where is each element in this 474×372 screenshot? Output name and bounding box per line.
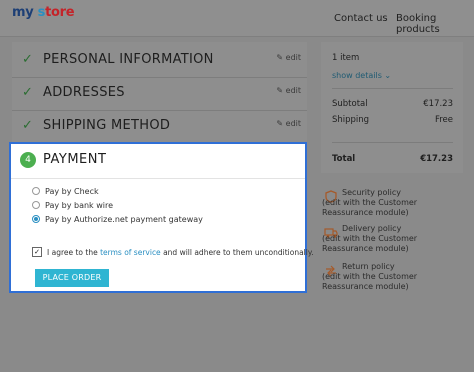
logo-part: s xyxy=(37,5,46,20)
option-label: Pay by bank wire xyxy=(45,201,114,210)
store-logo[interactable]: my store xyxy=(12,5,75,20)
payment-panel: 4 PAYMENT Pay by Check Pay by bank wire … xyxy=(9,142,314,293)
pencil-icon: ✎ xyxy=(276,53,284,62)
option-label: Pay by Authorize.net payment gateway xyxy=(45,215,203,224)
payment-header: 4 PAYMENT xyxy=(11,144,305,179)
checkout-steps: ✓ PERSONAL INFORMATION ✎ edit ✓ ADDRESSE… xyxy=(12,42,307,152)
reassurance-title: Security policy xyxy=(342,188,401,197)
edit-label: edit xyxy=(285,119,301,128)
chevron-down-icon: ⌄ xyxy=(384,71,392,80)
radio-button-selected[interactable] xyxy=(32,214,40,223)
logo-part: my xyxy=(12,5,34,20)
shipping-row: Shipping Free xyxy=(332,115,453,125)
terms-agreement: ✓ I agree to the terms of service and wil… xyxy=(32,247,314,258)
divider xyxy=(332,88,453,89)
cart-summary: 1 item show details ⌄ Subtotal €17.23 Shi… xyxy=(321,42,463,173)
site-header: my store Contact us Booking products xyxy=(0,0,474,37)
nav-booking-products[interactable]: Booking products xyxy=(396,13,474,35)
reassurance-title: Delivery policy xyxy=(342,224,402,233)
pencil-icon: ✎ xyxy=(276,119,284,128)
pencil-icon: ✎ xyxy=(276,86,284,95)
payment-option-authorize-net[interactable]: Pay by Authorize.net payment gateway xyxy=(32,214,203,224)
edit-label: edit xyxy=(285,53,301,62)
step-number-badge: 4 xyxy=(20,152,36,168)
subtotal-value: €17.23 xyxy=(423,99,453,109)
edit-link[interactable]: ✎ edit xyxy=(276,53,301,62)
place-order-button[interactable]: PLACE ORDER xyxy=(35,269,109,287)
step-title: SHIPPING METHOD xyxy=(43,118,171,133)
step-personal-information[interactable]: ✓ PERSONAL INFORMATION ✎ edit xyxy=(12,44,307,78)
reassurance-subtext: (edit with the Customer Reassurance modu… xyxy=(322,198,418,217)
agree-text: I agree to the xyxy=(47,248,101,257)
total-label: Total xyxy=(332,154,356,164)
terms-of-service-link[interactable]: terms of service xyxy=(100,248,161,257)
item-count: 1 item xyxy=(332,53,360,63)
reassurance-subtext: (edit with the Customer Reassurance modu… xyxy=(322,272,418,291)
terms-checkbox[interactable]: ✓ xyxy=(32,247,42,257)
step-addresses[interactable]: ✓ ADDRESSES ✎ edit xyxy=(12,77,307,111)
reassurance-subtext: (edit with the Customer Reassurance modu… xyxy=(322,234,418,253)
payment-option-check[interactable]: Pay by Check xyxy=(32,186,99,196)
edit-label: edit xyxy=(285,86,301,95)
shipping-value: Free xyxy=(434,115,453,125)
divider xyxy=(332,142,453,143)
show-details-link[interactable]: show details ⌄ xyxy=(332,71,391,80)
step-title: PERSONAL INFORMATION xyxy=(43,52,214,67)
radio-button[interactable] xyxy=(32,186,40,195)
checkmark-icon: ✓ xyxy=(22,118,33,133)
agree-text-end: and will adhere to them unconditionally. xyxy=(160,248,314,257)
checkmark-icon: ✓ xyxy=(22,52,33,67)
radio-button[interactable] xyxy=(32,200,40,209)
nav-contact-us[interactable]: Contact us xyxy=(334,13,388,24)
edit-link[interactable]: ✎ edit xyxy=(276,86,301,95)
shipping-label: Shipping xyxy=(332,115,370,125)
step-shipping-method[interactable]: ✓ SHIPPING METHOD ✎ edit xyxy=(12,110,307,143)
option-label: Pay by Check xyxy=(45,187,99,196)
subtotal-row: Subtotal €17.23 xyxy=(332,99,453,109)
total-value: €17.23 xyxy=(420,154,453,164)
total-row: Total €17.23 xyxy=(332,154,453,164)
checkmark-icon: ✓ xyxy=(22,85,33,100)
payment-title: PAYMENT xyxy=(43,152,107,167)
edit-link[interactable]: ✎ edit xyxy=(276,119,301,128)
payment-option-bank-wire[interactable]: Pay by bank wire xyxy=(32,200,114,210)
logo-part: tore xyxy=(45,5,75,20)
show-details-label: show details xyxy=(332,71,382,80)
step-title: ADDRESSES xyxy=(43,85,125,100)
subtotal-label: Subtotal xyxy=(332,99,368,109)
reassurance-title: Return policy xyxy=(342,262,395,271)
